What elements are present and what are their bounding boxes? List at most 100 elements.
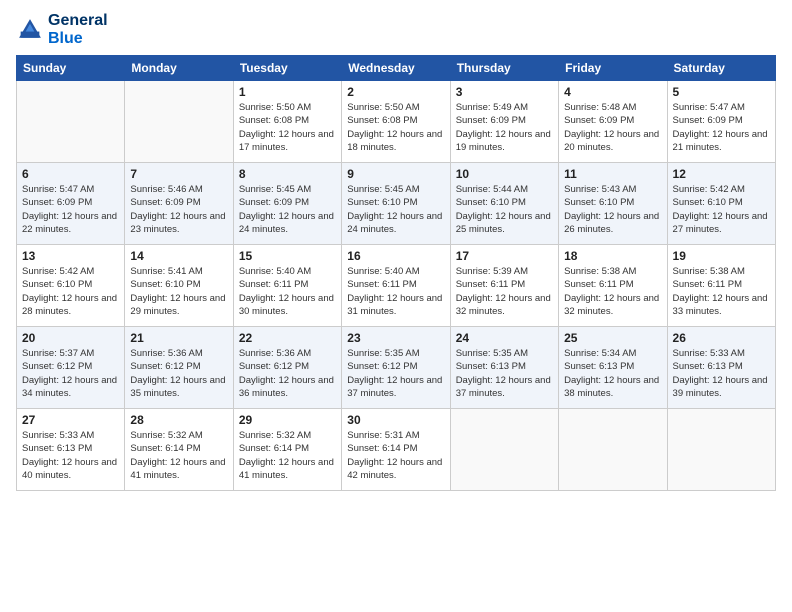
calendar-cell: 28 Sunrise: 5:32 AMSunset: 6:14 PMDayligh… [125,409,233,491]
calendar-cell: 13Sunrise: 5:42 AMSunset: 6:10 PMDayligh… [17,245,125,327]
calendar-cell: 26 Sunrise: 5:33 AMSunset: 6:13 PMDayligh… [667,327,775,409]
calendar-cell [17,81,125,163]
day-number: 12 [673,167,770,181]
weekday-header-thursday: Thursday [450,56,558,81]
day-number: 2 [347,85,444,99]
calendar-cell: 19 Sunrise: 5:38 AMSunset: 6:11 PMDayligh… [667,245,775,327]
day-info: Sunrise: 5:38 AMSunset: 6:11 PMDaylight:… [564,265,661,318]
day-number: 16 [347,249,444,263]
weekday-header-tuesday: Tuesday [233,56,341,81]
day-number: 26 [673,331,770,345]
day-info: Sunrise: 5:50 AMSunset: 6:08 PMDaylight:… [239,101,336,154]
day-number: 17 [456,249,553,263]
calendar-cell: 2 Sunrise: 5:50 AMSunset: 6:08 PMDaylight… [342,81,450,163]
logo: General Blue [16,12,108,47]
calendar-cell: 11 Sunrise: 5:43 AMSunset: 6:10 PMDayligh… [559,163,667,245]
day-info: Sunrise: 5:46 AMSunset: 6:09 PMDaylight:… [130,183,227,236]
logo-icon [16,16,44,44]
calendar-cell [667,409,775,491]
day-number: 19 [673,249,770,263]
day-info: Sunrise: 5:49 AMSunset: 6:09 PMDaylight:… [456,101,553,154]
calendar-cell: 18Sunrise: 5:38 AMSunset: 6:11 PMDayligh… [559,245,667,327]
day-number: 10 [456,167,553,181]
day-info: Sunrise: 5:42 AMSunset: 6:10 PMDaylight:… [673,183,770,236]
day-number: 6 [22,167,119,181]
day-info: Sunrise: 5:41 AMSunset: 6:10 PMDaylight:… [130,265,227,318]
calendar-week-row: 6 Sunrise: 5:47 AMSunset: 6:09 PMDaylight… [17,163,776,245]
weekday-header-row: SundayMondayTuesdayWednesdayThursdayFrid… [17,56,776,81]
calendar-cell [450,409,558,491]
calendar-cell: 25 Sunrise: 5:34 AMSunset: 6:13 PMDayligh… [559,327,667,409]
day-info: Sunrise: 5:40 AMSunset: 6:11 PMDaylight:… [347,265,444,318]
calendar-week-row: 27 Sunrise: 5:33 AMSunset: 6:13 PMDayligh… [17,409,776,491]
calendar-cell [125,81,233,163]
calendar-cell: 7 Sunrise: 5:46 AMSunset: 6:09 PMDaylight… [125,163,233,245]
calendar-cell: 17 Sunrise: 5:39 AMSunset: 6:11 PMDayligh… [450,245,558,327]
day-info: Sunrise: 5:45 AMSunset: 6:10 PMDaylight:… [347,183,444,236]
day-number: 1 [239,85,336,99]
calendar-week-row: 13Sunrise: 5:42 AMSunset: 6:10 PMDayligh… [17,245,776,327]
calendar-cell: 10 Sunrise: 5:44 AMSunset: 6:10 PMDayligh… [450,163,558,245]
calendar-cell [559,409,667,491]
calendar-cell: 24Sunrise: 5:35 AMSunset: 6:13 PMDayligh… [450,327,558,409]
day-number: 30 [347,413,444,427]
calendar-cell: 29 Sunrise: 5:32 AMSunset: 6:14 PMDayligh… [233,409,341,491]
calendar-cell: 9 Sunrise: 5:45 AMSunset: 6:10 PMDaylight… [342,163,450,245]
day-info: Sunrise: 5:34 AMSunset: 6:13 PMDaylight:… [564,347,661,400]
calendar-cell: 12 Sunrise: 5:42 AMSunset: 6:10 PMDayligh… [667,163,775,245]
calendar-cell: 8 Sunrise: 5:45 AMSunset: 6:09 PMDaylight… [233,163,341,245]
day-info: Sunrise: 5:33 AMSunset: 6:13 PMDaylight:… [22,429,119,482]
day-number: 8 [239,167,336,181]
weekday-header-wednesday: Wednesday [342,56,450,81]
day-number: 4 [564,85,661,99]
day-info: Sunrise: 5:32 AMSunset: 6:14 PMDaylight:… [239,429,336,482]
calendar-cell: 1 Sunrise: 5:50 AMSunset: 6:08 PMDaylight… [233,81,341,163]
header: General Blue [16,12,776,47]
day-info: Sunrise: 5:39 AMSunset: 6:11 PMDaylight:… [456,265,553,318]
day-info: Sunrise: 5:50 AMSunset: 6:08 PMDaylight:… [347,101,444,154]
calendar-cell: 6 Sunrise: 5:47 AMSunset: 6:09 PMDaylight… [17,163,125,245]
day-info: Sunrise: 5:38 AMSunset: 6:11 PMDaylight:… [673,265,770,318]
day-number: 29 [239,413,336,427]
calendar-cell: 16 Sunrise: 5:40 AMSunset: 6:11 PMDayligh… [342,245,450,327]
day-info: Sunrise: 5:36 AMSunset: 6:12 PMDaylight:… [130,347,227,400]
day-number: 21 [130,331,227,345]
day-info: Sunrise: 5:45 AMSunset: 6:09 PMDaylight:… [239,183,336,236]
day-info: Sunrise: 5:37 AMSunset: 6:12 PMDaylight:… [22,347,119,400]
calendar-table: SundayMondayTuesdayWednesdayThursdayFrid… [16,55,776,491]
day-number: 25 [564,331,661,345]
day-info: Sunrise: 5:44 AMSunset: 6:10 PMDaylight:… [456,183,553,236]
calendar-cell: 20 Sunrise: 5:37 AMSunset: 6:12 PMDayligh… [17,327,125,409]
logo-text: General Blue [48,12,108,47]
day-number: 28 [130,413,227,427]
day-info: Sunrise: 5:32 AMSunset: 6:14 PMDaylight:… [130,429,227,482]
day-number: 7 [130,167,227,181]
calendar-cell: 22Sunrise: 5:36 AMSunset: 6:12 PMDayligh… [233,327,341,409]
calendar-cell: 27 Sunrise: 5:33 AMSunset: 6:13 PMDayligh… [17,409,125,491]
day-info: Sunrise: 5:31 AMSunset: 6:14 PMDaylight:… [347,429,444,482]
day-number: 22 [239,331,336,345]
weekday-header-monday: Monday [125,56,233,81]
day-info: Sunrise: 5:48 AMSunset: 6:09 PMDaylight:… [564,101,661,154]
calendar-cell: 15 Sunrise: 5:40 AMSunset: 6:11 PMDayligh… [233,245,341,327]
calendar-cell: 14 Sunrise: 5:41 AMSunset: 6:10 PMDayligh… [125,245,233,327]
day-info: Sunrise: 5:47 AMSunset: 6:09 PMDaylight:… [22,183,119,236]
day-number: 27 [22,413,119,427]
day-info: Sunrise: 5:42 AMSunset: 6:10 PMDaylight:… [22,265,119,318]
day-number: 20 [22,331,119,345]
day-info: Sunrise: 5:40 AMSunset: 6:11 PMDaylight:… [239,265,336,318]
page: General Blue SundayMondayTuesdayWednesda… [0,0,792,612]
day-info: Sunrise: 5:33 AMSunset: 6:13 PMDaylight:… [673,347,770,400]
day-info: Sunrise: 5:47 AMSunset: 6:09 PMDaylight:… [673,101,770,154]
day-number: 11 [564,167,661,181]
weekday-header-saturday: Saturday [667,56,775,81]
day-number: 15 [239,249,336,263]
day-number: 14 [130,249,227,263]
day-number: 23 [347,331,444,345]
weekday-header-sunday: Sunday [17,56,125,81]
calendar-cell: 3Sunrise: 5:49 AMSunset: 6:09 PMDaylight… [450,81,558,163]
day-info: Sunrise: 5:35 AMSunset: 6:12 PMDaylight:… [347,347,444,400]
day-info: Sunrise: 5:43 AMSunset: 6:10 PMDaylight:… [564,183,661,236]
calendar-cell: 23 Sunrise: 5:35 AMSunset: 6:12 PMDayligh… [342,327,450,409]
day-number: 9 [347,167,444,181]
